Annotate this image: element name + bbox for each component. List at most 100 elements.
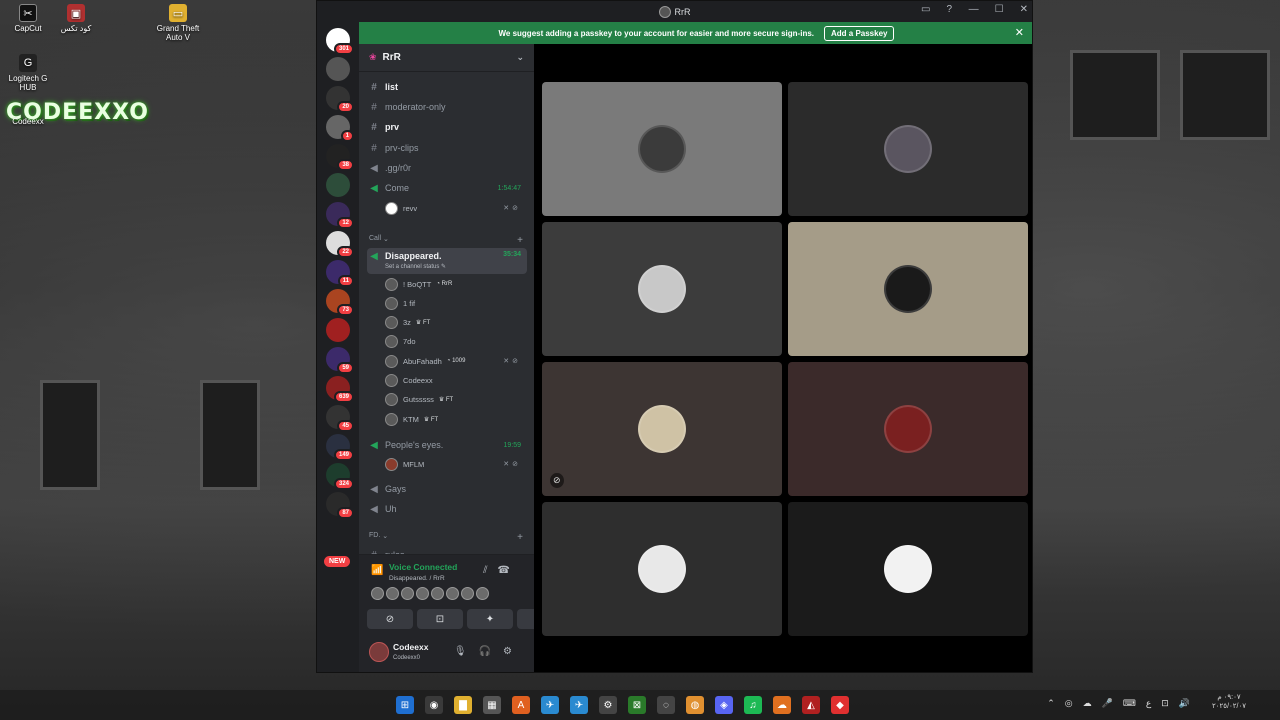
voice-member[interactable]: Codeexx [385, 373, 525, 389]
desktop-icon-codeexx[interactable]: Codeexx [0, 117, 56, 126]
taskbar-app-icon[interactable]: ✈ [541, 696, 559, 714]
server-icon[interactable]: 301 [326, 28, 354, 55]
add-passkey-button[interactable]: Add a Passkey [824, 25, 895, 41]
channel-moderator-only[interactable]: # moderator-only [367, 98, 527, 116]
add-channel-icon[interactable]: + [517, 532, 523, 543]
taskbar-app-icon[interactable]: ⊠ [628, 696, 646, 714]
banner-close-icon[interactable]: ✕ [1015, 26, 1024, 39]
server-icon[interactable]: 324 [326, 463, 354, 490]
tray-icon[interactable]: ⌃ [1047, 698, 1055, 709]
username[interactable]: Codeexx [393, 642, 428, 652]
minimize-button[interactable]: — [969, 4, 979, 15]
taskbar-app-icon[interactable]: A [512, 696, 530, 714]
taskbar-app-icon[interactable]: ⚙ [599, 696, 617, 714]
server-icon[interactable]: 38 [326, 144, 354, 171]
signal-icon[interactable]: 📶 [371, 565, 383, 576]
taskbar-app-icon[interactable]: ▦ [483, 696, 501, 714]
taskbar-app-icon[interactable]: ♫ [744, 696, 762, 714]
taskbar-app-icon[interactable]: ◆ [831, 696, 849, 714]
participant-tile[interactable] [788, 82, 1028, 216]
tray-icon[interactable]: ⊡ [1161, 698, 1169, 709]
desktop-icon-gta[interactable]: ▭ Grand Theft Auto V [150, 4, 206, 42]
inbox-icon[interactable]: ▭ [921, 4, 930, 15]
channel-list-text[interactable]: # list [367, 78, 527, 96]
voice-member[interactable]: revv ✕⊘ [385, 200, 525, 216]
server-icon[interactable]: 22 [326, 231, 354, 258]
server-icon[interactable]: 73 [326, 289, 354, 316]
guild-header[interactable]: ❀ RrR ⌄ [359, 44, 534, 72]
channel-gg[interactable]: ◀ .gg/r0r [367, 159, 527, 177]
server-icon[interactable]: 45 [326, 405, 354, 432]
taskbar-app-icon[interactable]: ◍ [686, 696, 704, 714]
server-icon[interactable]: 59 [326, 347, 354, 374]
taskbar-app-icon[interactable]: ⊞ [396, 696, 414, 714]
activities-button[interactable]: ✦ [467, 609, 513, 629]
tray-icon[interactable]: ◎ [1065, 698, 1073, 709]
channel-prv[interactable]: # prv [367, 118, 527, 136]
category-call[interactable]: Call ⌄ + [369, 235, 523, 246]
server-icon[interactable]: 639 [326, 376, 354, 403]
noise-suppression-icon[interactable]: ⫽ [483, 565, 497, 576]
server-icon[interactable]: 20 [326, 86, 354, 113]
taskbar-app-icon[interactable]: ◌ [657, 696, 675, 714]
headphones-icon[interactable]: 🎧 [479, 646, 503, 657]
server-icon[interactable] [326, 173, 350, 197]
voice-channel-disappeared[interactable]: ◀ Disappeared. 35:34 Set a channel statu… [367, 248, 527, 274]
voice-member[interactable]: MFLM ✕⊘ [385, 456, 525, 472]
channel-status-hint[interactable]: Set a channel status ✎ [385, 263, 446, 270]
tray-icon[interactable]: ⌨ [1123, 698, 1136, 709]
desktop-icon-shortcut[interactable]: ▣ كود تكس [48, 4, 104, 33]
taskbar-app-icon[interactable]: ▇ [454, 696, 472, 714]
taskbar-app-icon[interactable]: ☁ [773, 696, 791, 714]
voice-member[interactable]: 3z ♛ FT [385, 315, 525, 331]
server-icon[interactable] [326, 57, 350, 81]
microphone-icon[interactable]: 🎙 [454, 646, 479, 657]
disconnect-icon[interactable]: ☎ [498, 565, 520, 576]
gear-icon[interactable]: ⚙ [503, 646, 524, 657]
server-icon[interactable]: 11 [326, 260, 354, 287]
participant-tile[interactable] [542, 222, 782, 356]
voice-channel-gays[interactable]: ◀ Gays [367, 480, 527, 498]
voice-channel-come[interactable]: ◀ Come 1:54:47 [367, 179, 527, 197]
participant-tile[interactable] [542, 82, 782, 216]
camera-button[interactable]: ⊘ [367, 609, 413, 629]
add-channel-icon[interactable]: + [517, 235, 523, 246]
voice-channel-uh[interactable]: ◀ Uh [367, 500, 527, 518]
participant-tile[interactable] [788, 502, 1028, 636]
server-icon[interactable]: 12 [326, 202, 354, 229]
voice-channel-peoples-eyes[interactable]: ◀ People's eyes. 19:59 [367, 436, 527, 454]
server-icon[interactable] [326, 318, 350, 342]
taskbar-app-icon[interactable]: ◭ [802, 696, 820, 714]
help-icon[interactable]: ? [946, 4, 952, 15]
server-icon[interactable]: 1 [326, 115, 354, 142]
voice-member[interactable]: Gutsssss ♛ FT [385, 392, 525, 408]
taskbar-app-icon[interactable]: ✈ [570, 696, 588, 714]
voice-member[interactable]: KTM ♛ FT [385, 411, 525, 427]
participant-tile[interactable]: ⊘ [542, 362, 782, 496]
participant-tile[interactable] [542, 502, 782, 636]
taskbar-app-icon[interactable]: ◈ [715, 696, 733, 714]
screen-share-button[interactable]: ⊡ [417, 609, 463, 629]
server-icon[interactable]: 149 [326, 434, 354, 461]
voice-member[interactable]: AbuFahadh ◔ 1009 ✕⊘ [385, 353, 525, 369]
new-servers-pill[interactable]: NEW [324, 556, 351, 567]
tray-icon[interactable]: 🔊 [1179, 698, 1190, 709]
tray-icon[interactable]: ☁ [1083, 698, 1092, 709]
voice-status[interactable]: Voice Connected [389, 562, 457, 572]
voice-member[interactable]: 1 fif [385, 295, 525, 311]
avatar[interactable] [369, 642, 389, 662]
desktop-icon-logitech[interactable]: G Logitech G HUB [0, 54, 56, 92]
category-fd[interactable]: FD. ⌄ + [369, 532, 523, 543]
voice-member[interactable]: 7do [385, 334, 525, 350]
channel-rules[interactable]: # rules [367, 546, 527, 555]
close-button[interactable]: ✕ [1020, 4, 1028, 15]
server-icon[interactable]: 87 [326, 492, 354, 519]
clock[interactable]: ٠٩:٠٧ م ٢٠٢٥/٠٢/٠٧ [1212, 693, 1246, 711]
tray-icon[interactable]: 🎤 [1102, 698, 1113, 709]
taskbar-app-icon[interactable]: ◉ [425, 696, 443, 714]
channel-prv-clips[interactable]: # prv-clips [367, 139, 527, 157]
voice-location[interactable]: Disappeared. / RrR [389, 575, 445, 582]
participant-tile[interactable] [788, 362, 1028, 496]
participant-tile[interactable] [788, 222, 1028, 356]
tray-icon[interactable]: ع [1146, 698, 1151, 709]
